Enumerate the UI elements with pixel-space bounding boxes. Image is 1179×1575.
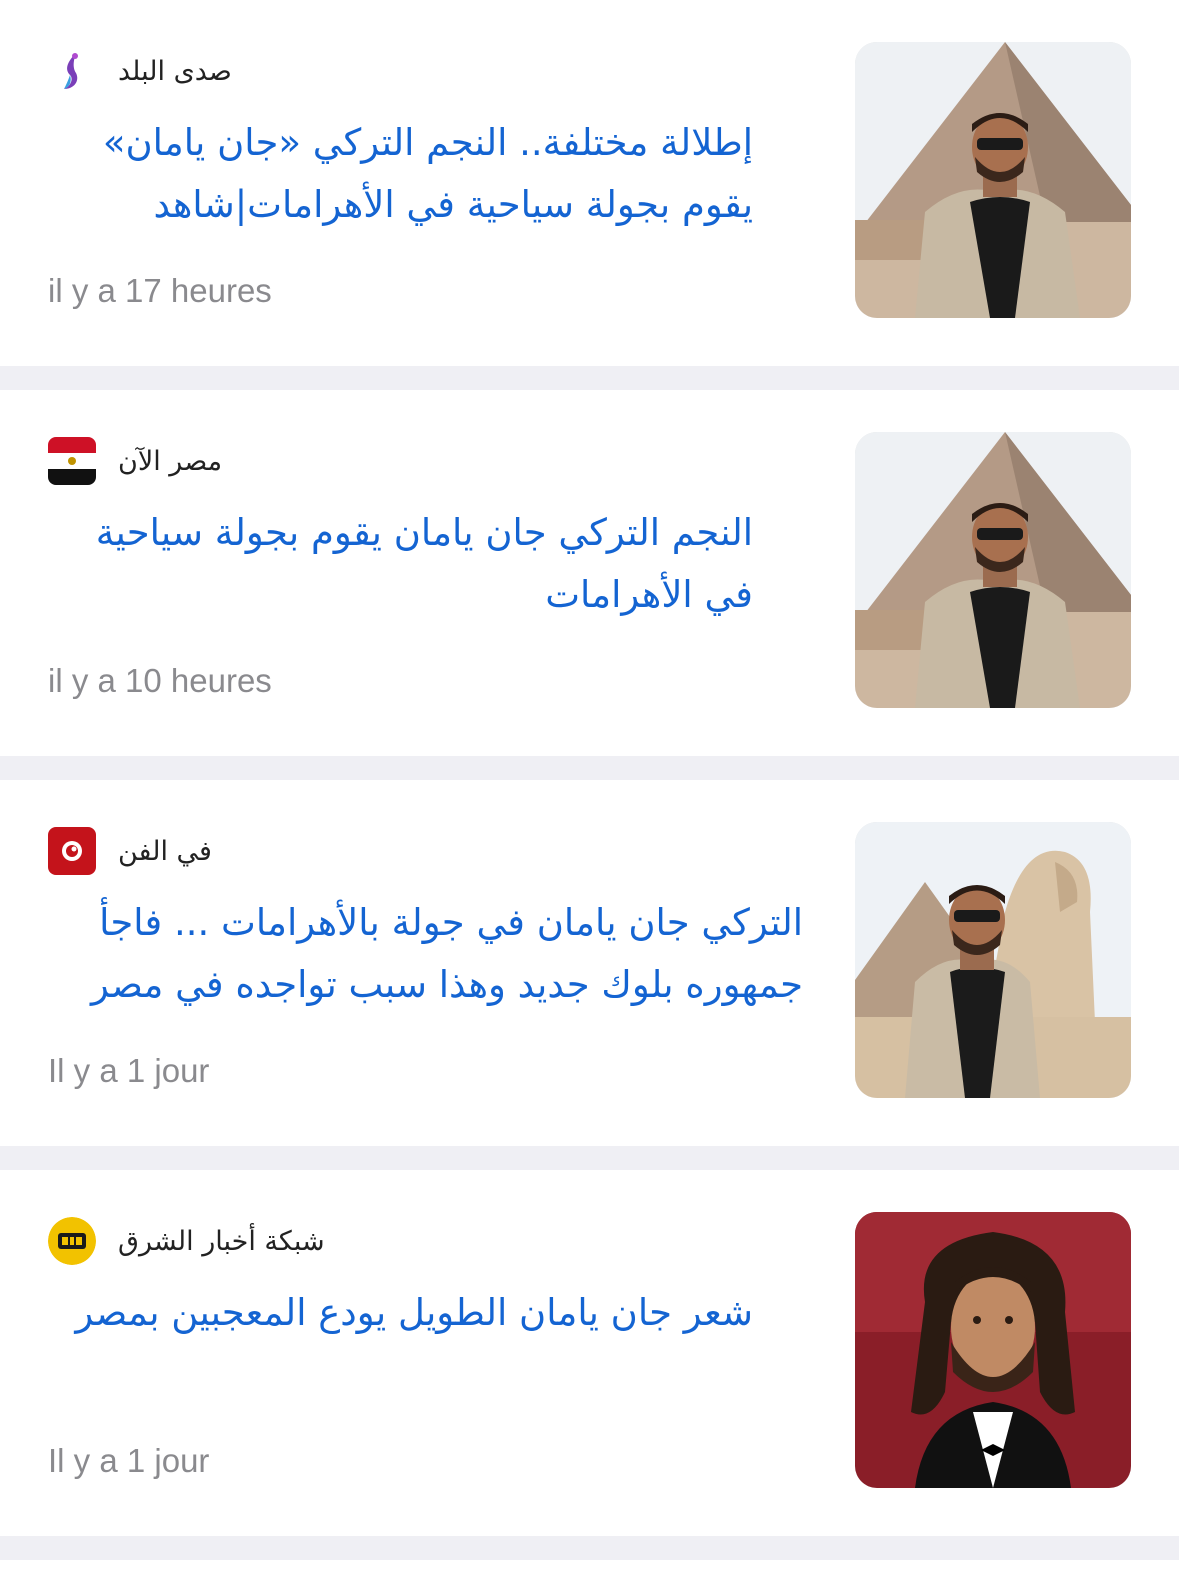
news-article-card[interactable]: شبكة أخبار الشرق شعر جان يامان الطويل يو… [0,1170,1179,1536]
sada-elbalad-logo-icon [48,47,96,95]
article-headline[interactable]: شعر جان يامان الطويل يودع المعجبين بمصر [48,1282,753,1344]
news-feed: صدى البلد إطلالة مختلفة.. النجم التركي «… [0,0,1179,1560]
source-name: صدى البلد [118,55,232,87]
man-at-sphinx-photo [855,822,1131,1098]
article-headline[interactable]: النجم التركي جان يامان يقوم بجولة سياحية… [48,502,753,626]
article-thumbnail[interactable] [855,432,1131,708]
article-text-column: صدى البلد إطلالة مختلفة.. النجم التركي «… [48,0,808,366]
card-separator [0,1536,1179,1560]
source-name: في الفن [118,835,212,867]
article-timestamp: il y a 17 heures [48,272,272,309]
article-timestamp: Il y a 1 jour [48,1442,210,1479]
article-text-column: مصر الآن النجم التركي جان يامان يقوم بجو… [48,390,808,756]
source-name: شبكة أخبار الشرق [118,1225,325,1257]
source-row: في الفن [48,824,212,878]
source-row: شبكة أخبار الشرق [48,1214,325,1268]
article-thumbnail[interactable] [855,1212,1131,1488]
article-headline[interactable]: التركي جان يامان في جولة بالأهرامات ... … [48,892,803,1016]
man-at-pyramid-photo [855,42,1131,318]
article-timestamp: il y a 10 heures [48,662,272,699]
article-text-column: شبكة أخبار الشرق شعر جان يامان الطويل يو… [48,1170,808,1536]
article-thumbnail[interactable] [855,822,1131,1098]
man-long-hair-portrait-photo [855,1212,1131,1488]
egypt-flag-icon [48,437,96,485]
source-row: مصر الآن [48,434,222,488]
article-thumbnail[interactable] [855,42,1131,318]
fil-fan-logo-icon [48,827,96,875]
news-article-card[interactable]: في الفن التركي جان يامان في جولة بالأهرا… [0,780,1179,1146]
man-at-pyramid-photo [855,432,1131,708]
card-separator [0,1146,1179,1170]
news-article-card[interactable]: صدى البلد إطلالة مختلفة.. النجم التركي «… [0,0,1179,366]
article-text-column: في الفن التركي جان يامان في جولة بالأهرا… [48,780,808,1146]
source-name: مصر الآن [118,445,223,477]
source-row: صدى البلد [48,44,232,98]
article-headline[interactable]: إطلالة مختلفة.. النجم التركي «جان يامان»… [48,112,753,236]
card-separator [0,756,1179,780]
news-article-card[interactable]: مصر الآن النجم التركي جان يامان يقوم بجو… [0,390,1179,756]
card-separator [0,366,1179,390]
sharq-news-logo-icon [48,1217,96,1265]
article-timestamp: Il y a 1 jour [48,1052,210,1089]
